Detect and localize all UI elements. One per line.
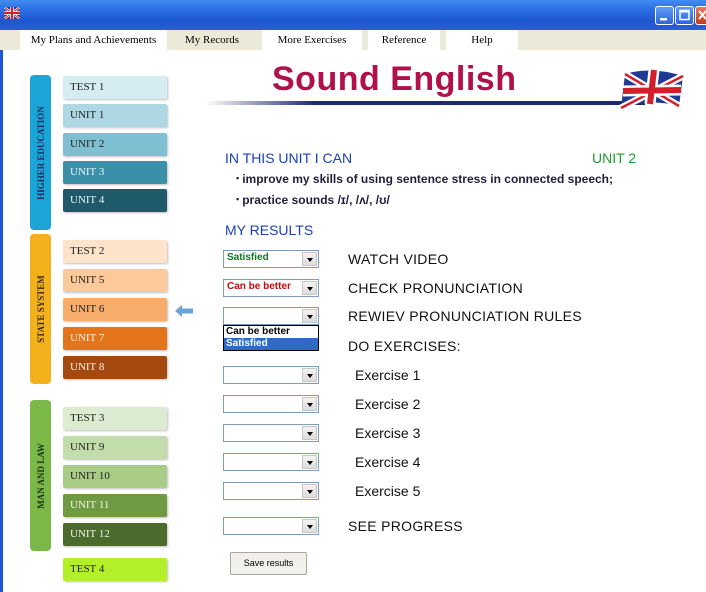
sidebar-item-unit-9[interactable]: UNIT 9 bbox=[63, 436, 167, 459]
exercise-4-label: Exercise 4 bbox=[355, 454, 421, 470]
dropdown-option-can-be-better[interactable]: Can be better bbox=[224, 326, 318, 338]
logo-underline bbox=[205, 101, 645, 105]
sidebar-item-unit-7[interactable]: UNIT 7 bbox=[63, 327, 167, 350]
menu-help[interactable]: Help bbox=[446, 30, 518, 50]
chevron-down-icon[interactable] bbox=[302, 519, 317, 533]
result-dropdown-list[interactable]: Can be better Satisfied bbox=[223, 325, 319, 351]
review-rules-label: REWIEV PRONUNCIATION RULES bbox=[348, 308, 582, 324]
app-logo-title: Sound English bbox=[272, 60, 517, 98]
group-higher-education: HIGHER EDUCATION bbox=[30, 75, 51, 230]
sidebar-item-test-1[interactable]: TEST 1 bbox=[63, 76, 167, 99]
sidebar-item-unit-12[interactable]: UNIT 12 bbox=[63, 523, 167, 546]
unit-goals-heading: IN THIS UNIT I CAN bbox=[225, 150, 353, 166]
goal-item: improve my skills of using sentence stre… bbox=[236, 172, 613, 186]
menu-reference[interactable]: Reference bbox=[368, 30, 440, 50]
group-label: MAN AND LAW bbox=[35, 442, 46, 509]
do-exercises-label: DO EXERCISES: bbox=[348, 338, 461, 354]
sidebar-item-unit-6[interactable]: UNIT 6 bbox=[63, 298, 167, 321]
minimize-button[interactable] bbox=[655, 6, 674, 25]
sidebar-item-unit-11[interactable]: UNIT 11 bbox=[63, 494, 167, 517]
sidebar-item-unit-3[interactable]: UNIT 3 bbox=[63, 161, 167, 184]
exercise-1-select[interactable] bbox=[223, 366, 319, 384]
group-label: STATE SYSTEM bbox=[35, 275, 46, 343]
sidebar-item-test-4[interactable]: TEST 4 bbox=[63, 558, 167, 581]
exercise-3-label: Exercise 3 bbox=[355, 425, 421, 441]
sidebar-item-unit-4[interactable]: UNIT 4 bbox=[63, 189, 167, 212]
group-man-and-law: MAN AND LAW bbox=[30, 400, 51, 551]
select-value: Satisfied bbox=[227, 252, 269, 263]
window-titlebar[interactable] bbox=[0, 0, 706, 30]
dropdown-option-satisfied[interactable]: Satisfied bbox=[224, 338, 318, 350]
review-rules-select[interactable] bbox=[223, 307, 319, 325]
sidebar-item-unit-10[interactable]: UNIT 10 bbox=[63, 465, 167, 488]
group-state-system: STATE SYSTEM bbox=[30, 234, 51, 384]
menu-my-plans[interactable]: My Plans and Achievements bbox=[20, 30, 167, 50]
see-progress-select[interactable] bbox=[223, 517, 319, 535]
maximize-icon bbox=[679, 9, 690, 21]
see-progress-label: SEE PROGRESS bbox=[348, 518, 463, 534]
goal-item: practice sounds /ɪ/, /ʌ/, /ʊ/ bbox=[236, 193, 390, 207]
select-value: Can be better bbox=[227, 281, 291, 292]
save-results-button[interactable]: Save results bbox=[230, 552, 307, 575]
uk-flag-icon bbox=[4, 7, 20, 19]
chevron-down-icon[interactable] bbox=[302, 426, 317, 440]
uk-flag-logo-icon bbox=[619, 69, 685, 110]
sidebar-item-test-2[interactable]: TEST 2 bbox=[63, 240, 167, 263]
close-button[interactable] bbox=[695, 6, 706, 25]
exercise-4-select[interactable] bbox=[223, 453, 319, 471]
check-pronunciation-label: CHECK PRONUNCIATION bbox=[348, 280, 524, 296]
menu-more-exercises[interactable]: More Exercises bbox=[262, 30, 362, 50]
exercise-5-label: Exercise 5 bbox=[355, 483, 421, 499]
maximize-button[interactable] bbox=[675, 6, 694, 25]
chevron-down-icon[interactable] bbox=[302, 368, 317, 382]
sidebar-item-unit-2[interactable]: UNIT 2 bbox=[63, 133, 167, 156]
sidebar-item-test-3[interactable]: TEST 3 bbox=[63, 407, 167, 430]
chevron-down-icon[interactable] bbox=[302, 309, 317, 323]
exercise-2-label: Exercise 2 bbox=[355, 396, 421, 412]
minimize-icon bbox=[660, 18, 667, 21]
current-unit-arrow-icon bbox=[175, 305, 193, 317]
sidebar-item-unit-1[interactable]: UNIT 1 bbox=[63, 104, 167, 127]
close-icon bbox=[698, 10, 706, 20]
chevron-down-icon[interactable] bbox=[302, 252, 317, 266]
chevron-down-icon[interactable] bbox=[302, 455, 317, 469]
watch-video-select[interactable]: Satisfied bbox=[223, 250, 319, 268]
watch-video-label: WATCH VIDEO bbox=[348, 251, 449, 267]
results-heading: MY RESULTS bbox=[225, 222, 314, 238]
current-unit-label: UNIT 2 bbox=[592, 150, 637, 166]
sidebar-item-unit-8[interactable]: UNIT 8 bbox=[63, 356, 167, 379]
check-pronunciation-select[interactable]: Can be better bbox=[223, 279, 319, 297]
menu-bar: My Plans and Achievements My Records Mor… bbox=[0, 30, 706, 50]
group-label: HIGHER EDUCATION bbox=[35, 105, 46, 200]
menu-my-records[interactable]: My Records bbox=[172, 30, 252, 50]
chevron-down-icon[interactable] bbox=[302, 281, 317, 295]
exercise-1-label: Exercise 1 bbox=[355, 367, 421, 383]
exercise-5-select[interactable] bbox=[223, 482, 319, 500]
sidebar-item-unit-5[interactable]: UNIT 5 bbox=[63, 269, 167, 292]
exercise-2-select[interactable] bbox=[223, 395, 319, 413]
chevron-down-icon[interactable] bbox=[302, 484, 317, 498]
exercise-3-select[interactable] bbox=[223, 424, 319, 442]
chevron-down-icon[interactable] bbox=[302, 397, 317, 411]
